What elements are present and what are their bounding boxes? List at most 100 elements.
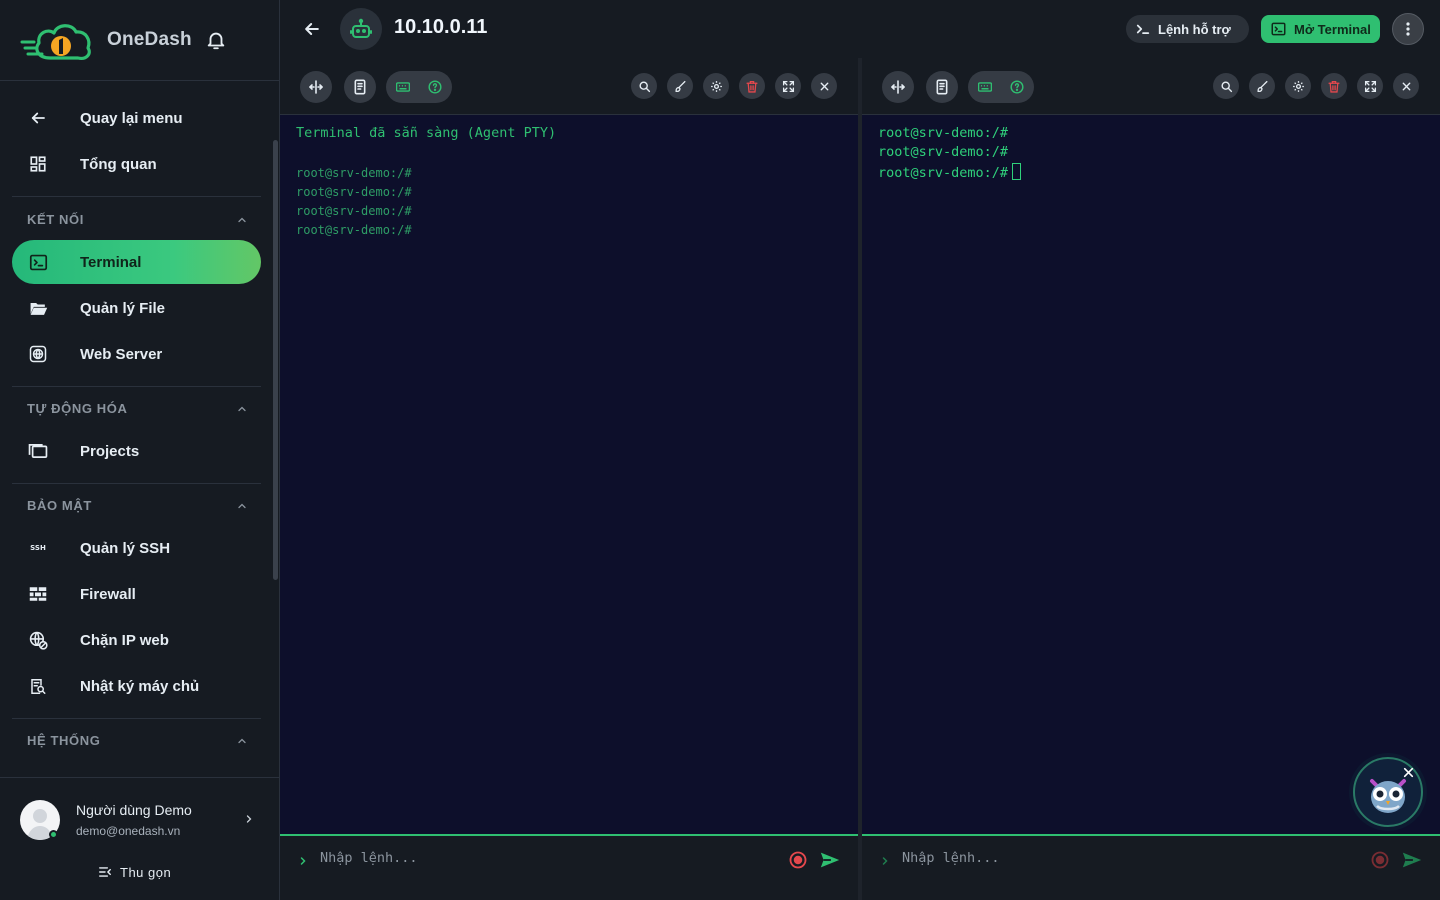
chevron-up-icon[interactable]: [236, 214, 248, 226]
brush-icon: [1257, 80, 1267, 92]
keyboard-button[interactable]: [386, 71, 419, 103]
online-status-dot: [49, 830, 58, 839]
back-arrow-icon[interactable]: [302, 19, 322, 39]
search-icon: [638, 80, 650, 92]
send-icon[interactable]: [1401, 849, 1423, 871]
sidebar: OneDash Quay lại menu Tổng quan KẾT NỐI …: [0, 0, 280, 900]
theme-brush-button[interactable]: [1249, 73, 1275, 99]
user-email: demo@onedash.vn: [76, 824, 181, 838]
sidebar-item-projects[interactable]: Projects: [12, 429, 261, 473]
fullscreen-button[interactable]: [775, 73, 801, 99]
section-title-automation[interactable]: TỰ ĐỘNG HÓA: [27, 401, 127, 416]
chevron-up-icon[interactable]: [236, 500, 248, 512]
split-pane-button[interactable]: [882, 71, 914, 103]
sidebar-item-terminal[interactable]: Terminal: [12, 240, 261, 284]
search-icon: [1220, 80, 1232, 92]
snippets-button[interactable]: [926, 71, 958, 103]
theme-brush-button[interactable]: [667, 73, 693, 99]
clear-terminal-button[interactable]: [739, 73, 765, 99]
divider: [12, 718, 261, 719]
chevron-right-icon[interactable]: [243, 813, 255, 825]
user-name: Người dùng Demo: [76, 802, 192, 818]
sidebar-item-label: Tổng quan: [80, 155, 157, 173]
sidebar-item-label: Chặn IP web: [80, 631, 169, 649]
collapse-sidebar-button[interactable]: Thu gọn: [98, 862, 171, 882]
keyboard-button[interactable]: [968, 71, 1001, 103]
expand-icon: [782, 80, 794, 92]
help-button[interactable]: [418, 71, 451, 103]
section-title-system[interactable]: HỆ THỐNG: [27, 733, 100, 748]
sidebar-item-label: Quay lại menu: [80, 109, 183, 127]
onedash-logo: [20, 24, 91, 60]
command-input[interactable]: [902, 844, 1342, 872]
close-pane-button[interactable]: [811, 73, 837, 99]
more-vertical-icon: [1406, 22, 1410, 36]
search-button[interactable]: [1213, 73, 1239, 99]
close-assistant-icon[interactable]: [1402, 766, 1415, 779]
send-icon[interactable]: [819, 849, 841, 871]
help-commands-label: Lệnh hỗ trợ: [1158, 21, 1231, 37]
gear-icon: [1292, 80, 1304, 92]
question-circle-icon: [427, 80, 442, 94]
clear-terminal-button[interactable]: [1321, 73, 1347, 99]
terminal-output[interactable]: Terminal đã sẵn sàng (Agent PTY) root@sr…: [280, 115, 858, 835]
chevron-up-icon[interactable]: [236, 403, 248, 415]
close-icon: [1402, 82, 1410, 90]
open-terminal-button[interactable]: Mở Terminal: [1261, 15, 1380, 43]
terminal-toolbar: [862, 58, 1440, 115]
sidebar-item-firewall[interactable]: Firewall: [12, 572, 261, 616]
command-input[interactable]: [320, 844, 760, 872]
chevron-right-icon: [300, 857, 306, 865]
sidebar-item-label: Firewall: [80, 585, 136, 603]
sidebar-item-overview[interactable]: Tổng quan: [12, 142, 261, 186]
sidebar-item-back-to-menu[interactable]: Quay lại menu: [12, 96, 261, 140]
settings-button[interactable]: [703, 73, 729, 99]
server-avatar: [340, 8, 382, 50]
more-options-button[interactable]: [1392, 13, 1424, 45]
help-button[interactable]: [1000, 71, 1033, 103]
notification-bell-icon[interactable]: [205, 29, 227, 51]
sidebar-item-web-server[interactable]: Web Server: [12, 332, 261, 376]
terminal-output[interactable]: root@srv-demo:/# root@srv-demo:/# root@s…: [862, 115, 1440, 835]
trash-icon: [746, 80, 758, 93]
command-input-bar: [862, 834, 1440, 900]
terminal-ready-message: Terminal đã sẵn sàng (Agent PTY): [296, 125, 557, 141]
brand-header: OneDash: [0, 0, 280, 81]
robot-icon: [350, 18, 372, 38]
chevron-up-icon[interactable]: [236, 735, 248, 747]
section-title-connect[interactable]: KẾT NỐI: [27, 212, 84, 227]
terminal-pane-right: root@srv-demo:/# root@srv-demo:/# root@s…: [862, 58, 1440, 900]
sidebar-item-server-logs[interactable]: Nhật ký máy chủ: [12, 664, 261, 708]
user-profile: Người dùng Demo demo@onedash.vn Thu gọn: [0, 777, 279, 900]
record-icon[interactable]: [1370, 850, 1390, 870]
open-terminal-label: Mở Terminal: [1294, 21, 1371, 37]
close-pane-button[interactable]: [1393, 73, 1419, 99]
log-search-icon: [27, 676, 49, 696]
terminal-line: root@srv-demo:/#: [296, 166, 412, 180]
ssh-icon: SSH: [30, 544, 46, 552]
terminal-line: root@srv-demo:/#: [296, 204, 412, 218]
snippets-button[interactable]: [344, 71, 376, 103]
terminal-cursor: [1012, 163, 1022, 180]
record-icon[interactable]: [788, 850, 808, 870]
terminal-line: root@srv-demo:/#: [296, 185, 412, 199]
sidebar-item-label: Web Server: [80, 345, 163, 363]
search-button[interactable]: [631, 73, 657, 99]
sidebar-item-label: Nhật ký máy chủ: [80, 677, 200, 695]
sidebar-item-label: Projects: [80, 442, 140, 460]
fullscreen-button[interactable]: [1357, 73, 1383, 99]
collapse-icon: [99, 867, 111, 877]
top-bar: 10.10.0.11 Lệnh hỗ trợ Mở Terminal: [280, 0, 1440, 58]
sidebar-item-ssh-manager[interactable]: SSH Quản lý SSH: [12, 526, 261, 570]
help-commands-button[interactable]: Lệnh hỗ trợ: [1126, 15, 1249, 43]
sidebar-scrollbar[interactable]: [273, 140, 278, 580]
divider: [12, 386, 261, 387]
folder-open-icon: [27, 298, 49, 318]
sidebar-item-block-ip[interactable]: Chặn IP web: [12, 618, 261, 662]
sidebar-item-file-manager[interactable]: Quản lý File: [12, 286, 261, 330]
settings-button[interactable]: [1285, 73, 1311, 99]
split-pane-button[interactable]: [300, 71, 332, 103]
brush-icon: [675, 80, 685, 92]
globe-block-icon: [27, 630, 49, 650]
section-title-security[interactable]: BẢO MẬT: [27, 498, 92, 513]
